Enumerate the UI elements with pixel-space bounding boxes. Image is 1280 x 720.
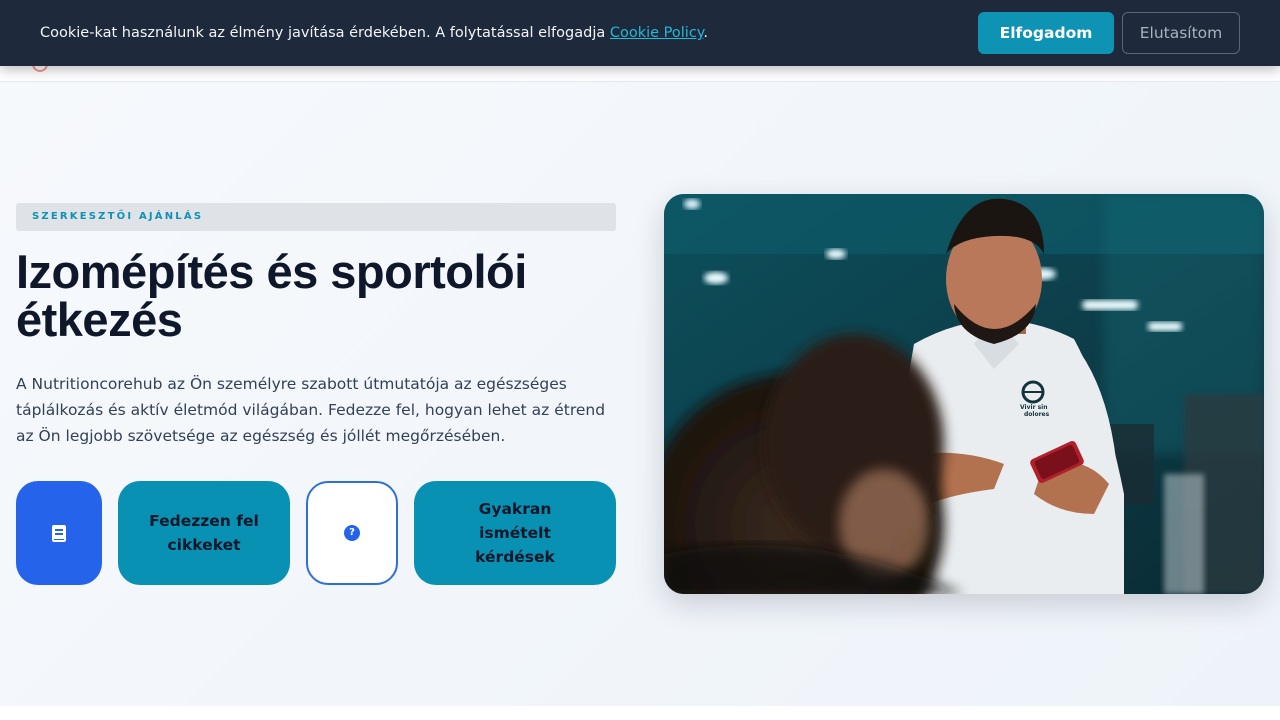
cookie-decline-button[interactable]: Elutasítom — [1122, 12, 1240, 54]
articles-book-button[interactable] — [16, 481, 102, 585]
faq-help-button[interactable]: ? — [306, 481, 398, 585]
hero-title-line2: étkezés — [16, 293, 183, 346]
cookie-policy-link[interactable]: Cookie Policy — [610, 25, 703, 41]
hero-title: Izomépítés és sportolói étkezés — [16, 248, 636, 344]
shirt-logo-line2: dolores — [1024, 411, 1050, 418]
editor-pick-badge: SZERKESZTŐI AJÁNLÁS — [16, 203, 616, 231]
hero-image: Vivir sin dolores — [664, 194, 1264, 594]
hero-description: A Nutritioncorehub az Ön személyre szabo… — [16, 375, 606, 445]
explore-articles-button[interactable]: Fedezzen fel cikkeket — [118, 481, 290, 585]
hero-title-line1: Izomépítés és sportolói — [16, 245, 527, 298]
shirt-logo-line1: Vivir sin — [1020, 404, 1048, 411]
section-divider — [0, 706, 1280, 720]
book-icon — [52, 524, 66, 542]
faq-button[interactable]: Gyakran ismételt kérdések — [414, 481, 616, 585]
cookie-message-suffix: . — [703, 25, 708, 41]
faq-label: Gyakran ismételt kérdések — [475, 500, 555, 566]
cookie-accept-button[interactable]: Elfogadom — [978, 12, 1114, 54]
cookie-message: Cookie-kat használunk az élmény javítása… — [40, 22, 708, 44]
cookie-banner: Cookie-kat használunk az élmény javítása… — [0, 0, 1280, 66]
help-icon: ? — [344, 525, 360, 541]
explore-articles-label: Fedezzen fel cikkeket — [149, 512, 259, 554]
cookie-message-text: Cookie-kat használunk az élmény javítása… — [40, 25, 610, 41]
